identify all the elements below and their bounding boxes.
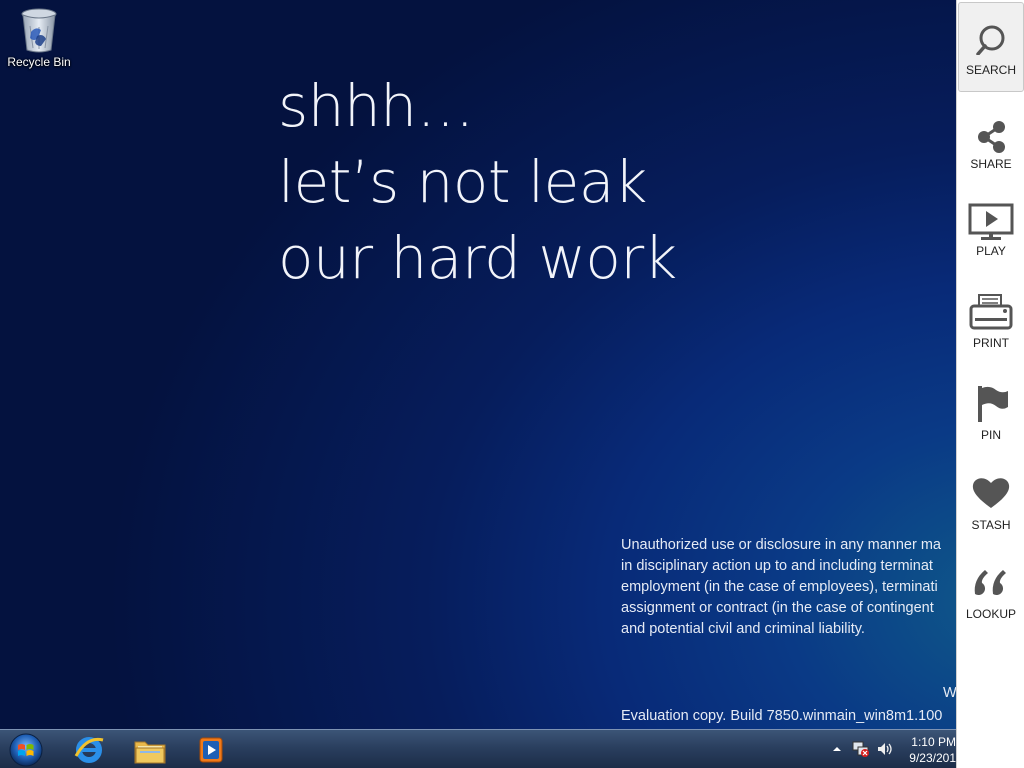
taskbar-clock[interactable]: 1:10 PM 9/23/201 bbox=[898, 734, 956, 766]
pin-flag-icon bbox=[978, 386, 1008, 422]
print-icon bbox=[969, 294, 1013, 330]
taskbar-app-media-player[interactable] bbox=[183, 731, 239, 768]
charm-label: PIN bbox=[980, 428, 1001, 442]
file-explorer-icon bbox=[134, 741, 166, 764]
taskbar: 1:10 PM 9/23/201 bbox=[0, 729, 956, 768]
clock-time: 1:10 PM bbox=[911, 735, 956, 749]
heart-icon bbox=[972, 478, 1010, 508]
legal-line: Unauthorized use or disclosure in any ma… bbox=[621, 537, 941, 553]
clock-date: 9/23/201 bbox=[909, 751, 956, 765]
legal-line: assignment or contract (in the case of c… bbox=[621, 600, 934, 616]
legal-line: in disciplinary action up to and includi… bbox=[621, 558, 933, 574]
desktop-icon-label: Recycle Bin bbox=[7, 55, 71, 69]
charm-share[interactable]: SHARE bbox=[957, 118, 1024, 208]
show-hidden-icons-arrow-icon[interactable] bbox=[832, 744, 842, 754]
play-icon bbox=[968, 203, 1014, 240]
share-icon bbox=[978, 121, 1005, 153]
start-button[interactable] bbox=[4, 730, 48, 768]
windows-start-icon bbox=[9, 733, 43, 767]
legal-notice: Unauthorized use or disclosure in any ma… bbox=[621, 535, 956, 645]
headline-line: shhh… bbox=[278, 72, 474, 140]
charm-label: STASH bbox=[971, 518, 1011, 532]
build-watermark: Evaluation copy. Build 7850.winmain_win8… bbox=[621, 708, 943, 724]
charm-stash[interactable]: STASH bbox=[957, 474, 1024, 564]
charm-lookup[interactable]: LOOKUP bbox=[957, 564, 1024, 654]
charm-pin[interactable]: PIN bbox=[957, 384, 1024, 474]
legal-line: employment (in the case of employees), t… bbox=[621, 579, 938, 595]
charm-search[interactable]: SEARCH bbox=[958, 2, 1024, 92]
taskbar-app-internet-explorer[interactable] bbox=[61, 731, 117, 768]
splash-headline: shhh… let’s not leak our hard work bbox=[278, 68, 677, 296]
charm-play[interactable]: PLAY bbox=[957, 200, 1024, 290]
recycle-bin-icon bbox=[21, 8, 57, 53]
headline-line: let’s not leak bbox=[278, 148, 647, 216]
charm-label: SHARE bbox=[970, 157, 1012, 171]
edition-watermark: W bbox=[943, 685, 957, 701]
charm-label: PRINT bbox=[973, 336, 1009, 350]
internet-explorer-icon bbox=[74, 737, 104, 763]
network-icon[interactable] bbox=[852, 740, 870, 758]
charm-label: LOOKUP bbox=[965, 607, 1016, 621]
charm-label: SEARCH bbox=[965, 63, 1016, 77]
headline-line: our hard work bbox=[278, 224, 677, 292]
media-player-icon bbox=[199, 737, 223, 763]
taskbar-app-windows-explorer[interactable] bbox=[122, 731, 178, 768]
charm-label: PLAY bbox=[976, 244, 1006, 258]
charms-bar: SEARCH SHARE PLAY PRINT PIN STASH LOOKUP bbox=[956, 0, 1024, 768]
search-icon bbox=[976, 25, 1005, 55]
volume-icon[interactable] bbox=[876, 740, 894, 758]
charm-print[interactable]: PRINT bbox=[957, 292, 1024, 382]
recycle-bin-shortcut[interactable]: Recycle Bin bbox=[4, 6, 74, 69]
legal-line: and potential civil and criminal liabili… bbox=[621, 621, 865, 637]
system-tray bbox=[828, 730, 898, 768]
quote-icon bbox=[974, 570, 1006, 596]
